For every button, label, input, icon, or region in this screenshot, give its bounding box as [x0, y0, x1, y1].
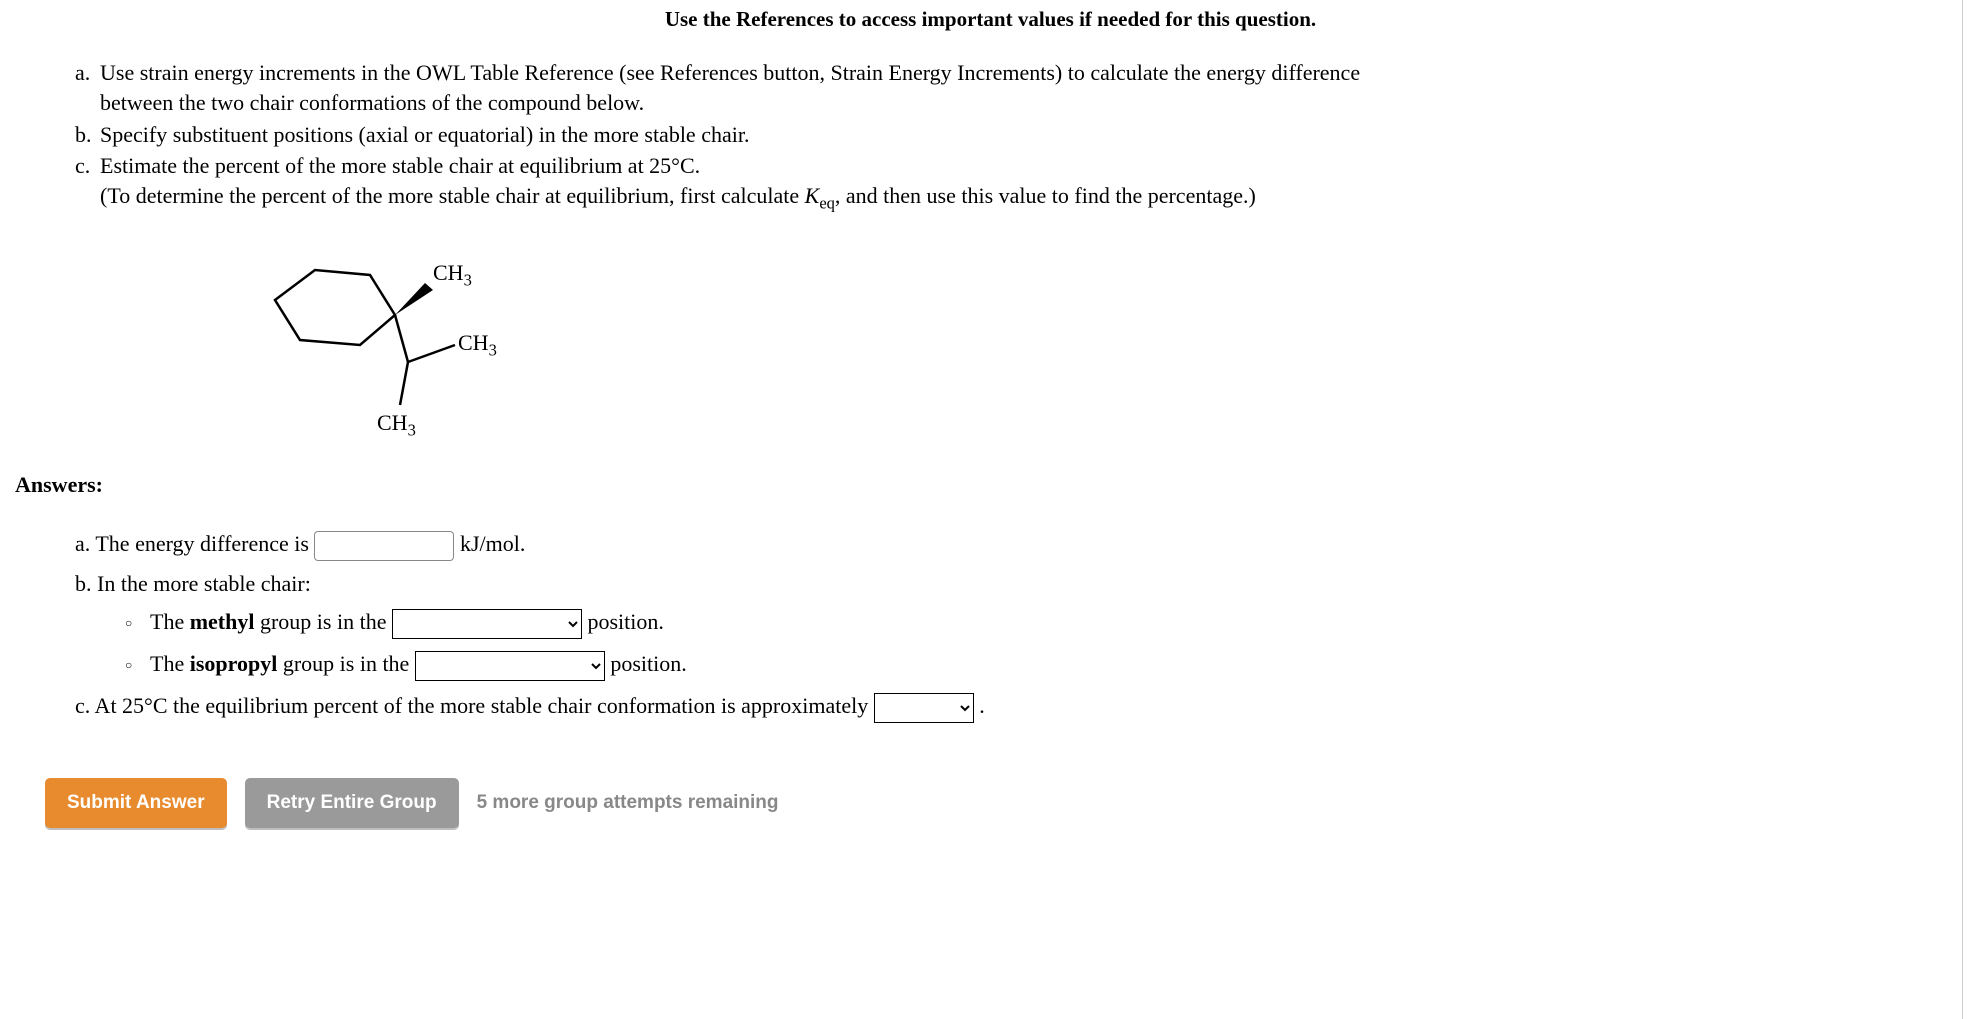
methyl-position-select[interactable]: [392, 609, 582, 639]
isopropyl-row: The isopropyl group is in the position.: [125, 649, 1966, 681]
question-b-content: Specify substituent positions (axial or …: [100, 120, 1966, 150]
molecule-structure: CH3 CH3 CH3: [245, 240, 525, 440]
answers-header: Answers:: [15, 470, 1966, 500]
ch3-3-text: CH: [377, 410, 408, 435]
question-a-line1: Use strain energy increments in the OWL …: [100, 60, 1360, 85]
keq-sub: eq: [819, 193, 835, 212]
methyl-bold: methyl: [190, 609, 255, 634]
ch3-1-sub: 3: [464, 270, 472, 289]
answer-c: c. At 25°C the equilibrium percent of th…: [75, 691, 1966, 723]
answer-b-intro: b. In the more stable chair:: [75, 569, 1966, 599]
iso-post: position.: [610, 651, 686, 676]
ch3-3-sub: 3: [408, 420, 416, 439]
answer-section: a. The energy difference is kJ/mol. b. I…: [75, 529, 1966, 723]
question-c-line1: Estimate the percent of the more stable …: [100, 153, 700, 178]
ch3-2-sub: 3: [489, 340, 497, 359]
methyl-mid: group is in the: [254, 609, 392, 634]
ch3-1-text: CH: [433, 260, 464, 285]
answer-a: a. The energy difference is kJ/mol.: [75, 529, 1966, 561]
header-instruction: Use the References to access important v…: [15, 5, 1966, 33]
ch3-label-2: CH3: [458, 328, 497, 362]
question-c-letter: c.: [75, 151, 100, 214]
question-a: a. Use strain energy increments in the O…: [75, 58, 1966, 117]
question-c: c. Estimate the percent of the more stab…: [75, 151, 1966, 214]
percent-select[interactable]: [874, 693, 974, 723]
question-c-sub-pre: (To determine the percent of the more st…: [100, 183, 805, 208]
question-b: b. Specify substituent positions (axial …: [75, 120, 1966, 150]
isopropyl-position-select[interactable]: [415, 651, 605, 681]
answer-c-post: .: [979, 693, 985, 718]
ch3-label-1: CH3: [433, 258, 472, 292]
question-b-letter: b.: [75, 120, 100, 150]
ch3-2-text: CH: [458, 330, 489, 355]
attempts-remaining: 5 more group attempts remaining: [477, 790, 779, 816]
energy-difference-input[interactable]: [314, 531, 454, 561]
button-row: Submit Answer Retry Entire Group 5 more …: [45, 778, 1966, 828]
iso-bold: isopropyl: [190, 651, 278, 676]
answer-a-post: kJ/mol.: [460, 531, 525, 556]
right-scroll-gutter: [1962, 0, 1981, 1019]
retry-group-button[interactable]: Retry Entire Group: [245, 778, 459, 828]
question-c-content: Estimate the percent of the more stable …: [100, 151, 1966, 214]
methyl-row: The methyl group is in the position.: [125, 607, 1966, 639]
question-list: a. Use strain energy increments in the O…: [75, 58, 1966, 214]
question-a-line2: between the two chair conformations of t…: [100, 90, 644, 115]
iso-pre: The: [150, 651, 190, 676]
submit-answer-button[interactable]: Submit Answer: [45, 778, 227, 828]
methyl-pre: The: [150, 609, 190, 634]
keq-k: K: [805, 183, 820, 208]
answer-a-pre: a. The energy difference is: [75, 531, 314, 556]
question-c-sub-post: , and then use this value to find the pe…: [835, 183, 1256, 208]
iso-mid: group is in the: [277, 651, 415, 676]
question-a-content: Use strain energy increments in the OWL …: [100, 58, 1966, 117]
answer-c-pre: c. At 25°C the equilibrium percent of th…: [75, 693, 874, 718]
methyl-post: position.: [587, 609, 663, 634]
answer-b-sublist: The methyl group is in the position. The…: [125, 607, 1966, 681]
question-a-letter: a.: [75, 58, 100, 117]
ch3-label-3: CH3: [377, 408, 416, 442]
